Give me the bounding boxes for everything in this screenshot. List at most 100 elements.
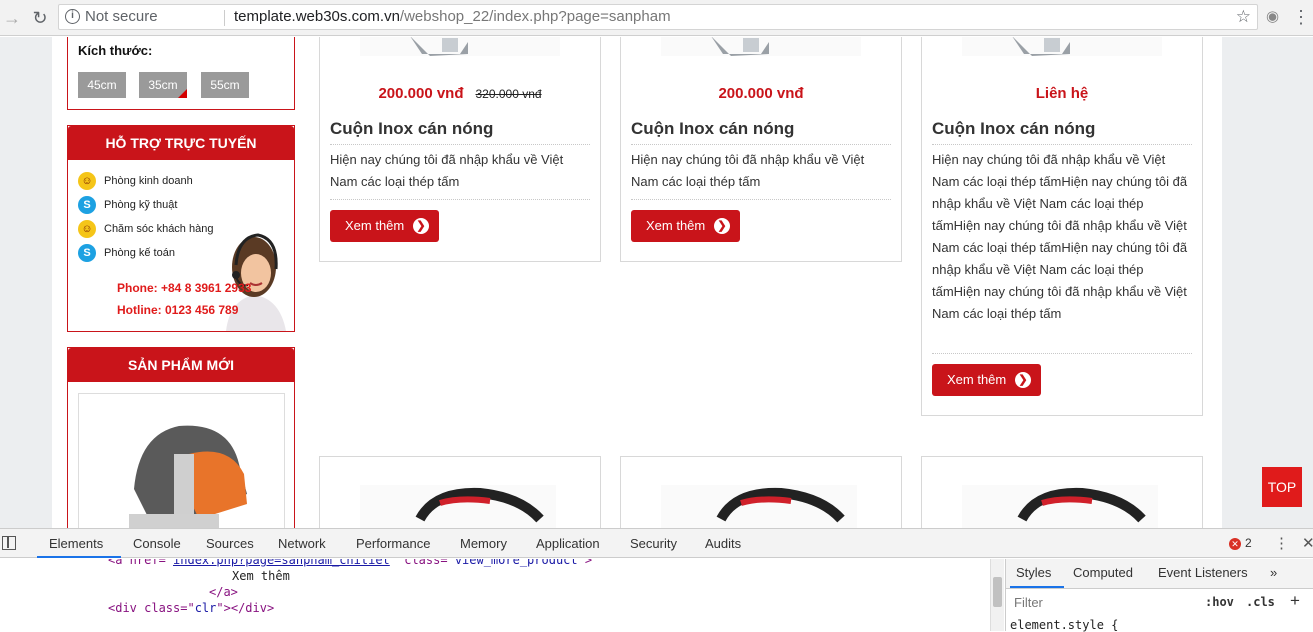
support-item-label: Phòng kế toán [104,246,175,259]
address-bar[interactable]: i Not secure template.web30s.com.vn/webs… [58,4,1258,30]
url-path: /webshop_22/index.php?page=sanpham [399,8,671,25]
tab-performance[interactable]: Performance [356,536,430,551]
security-label[interactable]: Not secure [85,5,158,29]
product-image[interactable] [962,37,1162,56]
current-price: Liên hệ [1035,85,1089,102]
support-item-sales[interactable]: ☺ Phòng kinh doanh [78,172,193,190]
info-icon[interactable]: i [65,9,80,24]
tab-security[interactable]: Security [630,536,677,551]
view-more-button[interactable]: Xem thêm ❯ [932,364,1041,396]
support-item-accounting[interactable]: S Phòng kế toán [78,244,175,262]
hover-state-toggle[interactable]: :hov [1205,595,1234,609]
dom-tree[interactable]: <a href="index.php?page=sanpham_chitiet"… [0,559,990,631]
reload-icon[interactable]: ↻ [28,6,52,30]
description-divider [932,353,1192,354]
code-link[interactable]: index.php?page=sanpham_chitiet [173,559,390,567]
class-toggle[interactable]: .cls [1246,595,1275,609]
product-title[interactable]: Cuộn Inox cán nóng [631,119,794,139]
support-item-technical[interactable]: S Phòng kỹ thuật [78,196,177,214]
product-title[interactable]: Cuộn Inox cán nóng [330,119,493,139]
page-content: Kích thước: 45cm 35cm 55cm HỖ TRỢ TRỰC T… [52,37,1222,528]
tab-computed[interactable]: Computed [1073,565,1133,580]
title-divider [631,144,891,145]
size-option-35[interactable]: 35cm [139,72,187,98]
circular-saw-image[interactable] [922,457,1204,528]
size-option-55[interactable]: 55cm [201,72,249,98]
close-icon[interactable]: ✕ [1302,534,1313,552]
view-more-button[interactable]: Xem thêm ❯ [631,210,740,242]
tab-event-listeners[interactable]: Event Listeners [1158,565,1248,580]
support-item-label: Phòng kỹ thuật [104,198,178,211]
title-divider [932,144,1192,145]
add-style-rule-icon[interactable]: + [1290,591,1300,611]
product-image[interactable] [661,37,861,56]
title-divider [330,144,590,145]
product-card: Liên hệ Cuộn Inox cán nóng Hiện nay chún… [921,37,1203,416]
product-image[interactable] [360,37,560,56]
support-item-label: Chăm sóc khách hàng [104,222,214,235]
dom-scrollbar[interactable] [990,559,1004,631]
error-icon: ✕ [1229,538,1241,550]
scrollbar-thumb[interactable] [993,577,1002,607]
circular-saw-image[interactable] [621,457,903,528]
more-tabs-icon[interactable]: » [1270,565,1277,580]
code-attr: " class=" [389,559,455,567]
tab-memory[interactable]: Memory [460,536,507,551]
address-divider [224,10,225,26]
jigsaw-image [129,425,247,528]
support-item-customer-care[interactable]: ☺ Chăm sóc khách hàng [78,220,213,238]
chevron-right-icon: ❯ [413,218,429,234]
view-more-label: Xem thêm [345,218,405,233]
skype-icon: S [78,196,96,214]
product-image-graphic [711,37,769,56]
new-products-panel: SẢN PHẨM MỚI [67,347,295,528]
dom-line-div[interactable]: <div class="clr"></div> [108,601,274,615]
tab-application[interactable]: Application [536,536,600,551]
size-filter: Kích thước: 45cm 35cm 55cm [67,37,295,110]
device-toolbar-icon[interactable] [2,536,16,550]
code-tag: <a href=" [108,559,174,567]
old-price: 320.000 vnđ [475,87,542,101]
active-tab-indicator [1010,586,1064,588]
tab-audits[interactable]: Audits [705,536,741,551]
page-viewport: Kích thước: 45cm 35cm 55cm HỖ TRỢ TRỰC T… [0,37,1313,528]
support-item-label: Phòng kinh doanh [104,174,193,187]
forward-arrow-icon[interactable]: → [0,6,24,30]
tab-network[interactable]: Network [278,536,326,551]
product-price: 200.000 vnđ [621,85,901,102]
bookmark-star-icon[interactable]: ☆ [1236,5,1251,29]
url-text[interactable]: template.web30s.com.vn/webshop_22/index.… [234,5,671,29]
tab-styles[interactable]: Styles [1016,565,1051,580]
tab-sources[interactable]: Sources [206,536,254,551]
back-to-top-button[interactable]: TOP [1262,467,1302,507]
chevron-right-icon: ❯ [714,218,730,234]
tab-console[interactable]: Console [133,536,181,551]
error-count-badge[interactable]: ✕ 2 [1229,536,1252,550]
chevron-right-icon: ❯ [1015,372,1031,388]
size-option-45[interactable]: 45cm [78,72,126,98]
product-card: 200.000 vnđ Cuộn Inox cán nóng Hiện nay … [620,37,902,262]
size-title: Kích thước: [78,43,153,58]
styles-filter-input[interactable]: Filter [1010,593,1194,613]
camera-icon[interactable]: ◉ [1266,7,1284,25]
view-more-button[interactable]: Xem thêm ❯ [330,210,439,242]
support-phone: Phone: +84 8 3961 2933 [117,281,252,295]
product-description: Hiện nay chúng tôi đã nhập khẩu về Việt … [932,152,1188,321]
view-more-label: Xem thêm [947,372,1007,387]
current-price: 200.000 vnđ [378,85,464,102]
dom-line-close-anchor[interactable]: </a> [209,585,238,599]
product-description: Hiện nay chúng tôi đã nhập khẩu về Việt … [631,152,865,189]
dom-line-text[interactable]: Xem thêm [232,569,290,583]
code-tag: "></div> [216,601,275,615]
new-products-title: SẢN PHẨM MỚI [68,348,294,382]
tab-elements[interactable]: Elements [49,536,103,551]
dom-line-anchor[interactable]: <a href="index.php?page=sanpham_chitiet"… [108,559,592,567]
product-title[interactable]: Cuộn Inox cán nóng [932,119,1095,139]
new-product-image[interactable] [78,393,285,528]
browser-menu-icon[interactable]: ⋮ [1292,6,1310,28]
devtools-menu-icon[interactable]: ⋮ [1274,534,1289,552]
circular-saw-image[interactable] [320,457,602,528]
product-description: Hiện nay chúng tôi đã nhập khẩu về Việt … [330,152,564,189]
current-price: 200.000 vnđ [718,85,804,102]
url-host: template.web30s.com.vn [234,8,400,25]
